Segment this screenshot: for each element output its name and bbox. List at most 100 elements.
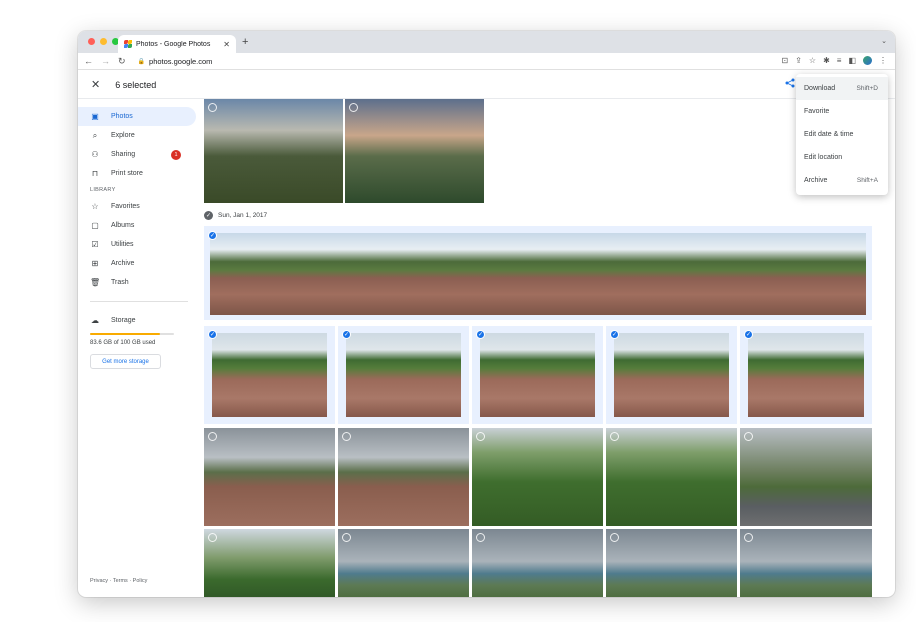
utilities-icon: ☑ <box>91 240 99 249</box>
photo-thumbnail-selected[interactable] <box>212 333 327 417</box>
select-checkbox[interactable] <box>610 533 619 542</box>
selected-check-icon[interactable]: ✓ <box>610 330 619 339</box>
google-photos-favicon-icon <box>124 40 132 48</box>
selected-check-icon[interactable]: ✓ <box>744 330 753 339</box>
back-icon[interactable]: ← <box>84 56 93 66</box>
sidebar-item-label: Print store <box>111 170 143 177</box>
google-lens-icon[interactable]: ⊡ <box>781 56 788 65</box>
get-more-storage-button[interactable]: Get more storage <box>90 354 161 369</box>
photo-thumbnail[interactable] <box>338 529 469 597</box>
menu-item-shortcut: Shift+A <box>856 177 878 184</box>
photo-icon: ▣ <box>91 112 99 121</box>
date-checkbox-icon[interactable]: ✓ <box>204 211 213 220</box>
sidebar-divider <box>90 301 188 302</box>
menu-item-label: Download <box>804 85 836 92</box>
photo-thumbnail[interactable] <box>204 428 335 526</box>
sidebar-item-storage[interactable]: ☁ Storage <box>78 311 196 330</box>
sidebar-item-explore[interactable]: ⌕ Explore <box>78 126 196 145</box>
selected-check-icon[interactable]: ✓ <box>342 330 351 339</box>
photo-thumbnail-selected[interactable] <box>346 333 461 417</box>
photo-thumbnail[interactable] <box>606 529 737 597</box>
select-checkbox[interactable] <box>610 432 619 441</box>
storage-progress-fill <box>90 333 161 335</box>
photo-thumbnail[interactable] <box>204 99 343 203</box>
address-bar[interactable]: 🔒 photos.google.com <box>138 57 213 66</box>
sidebar-item-label: Photos <box>111 113 133 120</box>
selected-check-icon[interactable]: ✓ <box>476 330 485 339</box>
tab-search-icon[interactable]: ⌄ <box>881 37 887 45</box>
sidebar-item-label: Utilities <box>111 241 134 248</box>
share-icon[interactable] <box>785 78 795 91</box>
menu-item-archive[interactable]: Archive Shift+A <box>796 169 888 192</box>
clear-selection-icon[interactable]: ✕ <box>91 78 100 91</box>
select-checkbox[interactable] <box>349 103 358 112</box>
photo-thumbnail[interactable] <box>345 99 484 203</box>
menu-item-shortcut: Shift+D <box>856 85 879 92</box>
select-checkbox[interactable] <box>208 432 217 441</box>
reading-list-icon[interactable]: ≡ <box>837 56 842 65</box>
minimize-window-button[interactable] <box>100 38 107 45</box>
select-checkbox[interactable] <box>342 533 351 542</box>
select-checkbox[interactable] <box>744 533 753 542</box>
photo-thumbnail[interactable] <box>204 529 335 597</box>
archive-icon: ⊞ <box>91 259 99 268</box>
toolbar-icons: ⊡ ⇪ ☆ ✱ ≡ ◧ ⋮ <box>781 56 887 65</box>
menu-item-download[interactable]: Download Shift+D <box>796 77 888 100</box>
photo-thumbnail-selected[interactable] <box>210 233 866 315</box>
extensions-icon[interactable]: ✱ <box>823 56 830 65</box>
browser-tab[interactable]: Photos - Google Photos ✕ <box>118 35 236 53</box>
sidebar-item-label: Trash <box>111 279 129 286</box>
sidebar-item-label: Favorites <box>111 203 140 210</box>
sidebar-item-trash[interactable]: 🗑 Trash <box>78 273 196 292</box>
new-tab-icon[interactable]: + <box>242 36 248 48</box>
selection-header: ✕ 6 selected <box>78 71 895 99</box>
select-checkbox[interactable] <box>476 533 485 542</box>
search-icon: ⌕ <box>92 130 98 140</box>
footer-links[interactable]: Privacy · Terms · Policy <box>90 578 147 584</box>
reload-icon[interactable]: ↻ <box>118 56 126 67</box>
forward-icon[interactable]: → <box>101 56 110 66</box>
photo-thumbnail[interactable] <box>338 428 469 526</box>
photo-thumbnail[interactable] <box>472 428 603 526</box>
photo-thumbnail[interactable] <box>606 428 737 526</box>
date-header[interactable]: ✓ Sun, Jan 1, 2017 <box>204 211 267 220</box>
trash-icon: 🗑 <box>90 278 101 287</box>
photo-thumbnail[interactable] <box>740 428 872 526</box>
selected-check-icon[interactable]: ✓ <box>208 330 217 339</box>
browser-toolbar: ← → ↻ 🔒 photos.google.com ⊡ ⇪ ☆ ✱ ≡ ◧ ⋮ <box>78 53 895 70</box>
browser-window: Photos - Google Photos ✕ + ⌄ ← → ↻ 🔒 pho… <box>78 31 895 597</box>
photo-grid: ✓ Sun, Jan 1, 2017 ✓ ✓ ✓ ✓ ✓ ✓ <box>196 99 895 597</box>
close-tab-icon[interactable]: ✕ <box>223 40 230 49</box>
select-checkbox[interactable] <box>208 103 217 112</box>
sidebar-item-favorites[interactable]: ☆ Favorites <box>78 197 196 216</box>
selected-check-icon[interactable]: ✓ <box>208 231 217 240</box>
side-panel-icon[interactable]: ◧ <box>848 56 856 65</box>
menu-item-label: Edit date & time <box>804 131 854 138</box>
select-checkbox[interactable] <box>208 533 217 542</box>
sidebar-item-utilities[interactable]: ☑ Utilities <box>78 235 196 254</box>
share-page-icon[interactable]: ⇪ <box>795 56 802 65</box>
profile-avatar[interactable] <box>863 56 872 65</box>
sidebar-item-archive[interactable]: ⊞ Archive <box>78 254 196 273</box>
menu-item-edit-location[interactable]: Edit location <box>796 146 888 169</box>
sidebar-item-label: Sharing <box>111 151 136 158</box>
select-checkbox[interactable] <box>476 432 485 441</box>
close-window-button[interactable] <box>88 38 95 45</box>
photo-thumbnail[interactable] <box>740 529 872 597</box>
photo-thumbnail-selected[interactable] <box>480 333 595 417</box>
sidebar-item-sharing[interactable]: ⚇ Sharing 1 <box>78 145 196 164</box>
browser-menu-icon[interactable]: ⋮ <box>879 56 887 65</box>
photo-thumbnail-selected[interactable] <box>614 333 729 417</box>
selection-count: 6 selected <box>115 79 157 90</box>
sidebar-item-print-store[interactable]: ⊓ Print store <box>78 164 196 183</box>
select-checkbox[interactable] <box>342 432 351 441</box>
sidebar-item-photos[interactable]: ▣ Photos <box>78 107 196 126</box>
select-checkbox[interactable] <box>744 432 753 441</box>
photo-thumbnail-selected[interactable] <box>748 333 864 417</box>
notification-badge: 1 <box>171 149 181 160</box>
menu-item-favorite[interactable]: Favorite <box>796 100 888 123</box>
sidebar-item-albums[interactable]: ▢ Albums <box>78 216 196 235</box>
photo-thumbnail[interactable] <box>472 529 603 597</box>
bookmark-star-icon[interactable]: ☆ <box>809 56 816 65</box>
menu-item-edit-date-time[interactable]: Edit date & time <box>796 123 888 146</box>
